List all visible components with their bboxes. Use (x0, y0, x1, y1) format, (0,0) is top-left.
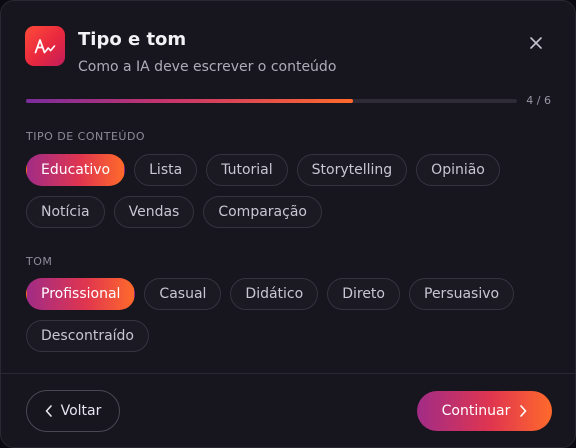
content-type-chip[interactable]: Opinião (416, 154, 500, 186)
chevron-left-icon (45, 405, 52, 417)
content-type-chip[interactable]: Lista (134, 154, 198, 186)
tone-chip[interactable]: Persuasivo (409, 278, 515, 310)
back-button[interactable]: Voltar (26, 390, 120, 432)
back-button-label: Voltar (60, 403, 102, 419)
tone-chip[interactable]: Casual (144, 278, 222, 310)
content-type-chip[interactable]: Educativo (26, 154, 126, 186)
tone-chip[interactable]: Profissional (26, 278, 136, 310)
progress-fill (26, 99, 354, 103)
content-type-chip[interactable]: Storytelling (296, 154, 408, 186)
step-counter: 4 / 6 (526, 94, 551, 107)
content-type-chip[interactable]: Vendas (113, 196, 195, 228)
content-type-chip[interactable]: Comparação (203, 196, 322, 228)
tone-chip[interactable]: Direto (327, 278, 400, 310)
tone-options: Profissional Casual Didático Direto Persuasi… (26, 278, 551, 352)
tone-chip[interactable]: Didático (230, 278, 319, 310)
close-button[interactable] (524, 31, 548, 55)
tone-chip[interactable]: Descontraído (26, 320, 149, 352)
chevron-right-icon (520, 405, 527, 417)
content-type-label: TIPO DE CONTEÚDO (26, 130, 146, 143)
ai-writing-icon (25, 26, 65, 66)
progress-bar (26, 99, 517, 103)
continue-button-label: Continuar (441, 403, 511, 419)
tone-dialog: Tipo e tom Como a IA deve escrever o con… (0, 0, 576, 448)
continue-button[interactable]: Continuar (417, 391, 552, 431)
content-type-options: Educativo Lista Tutorial Storytelling Opiniã… (26, 154, 551, 228)
dialog-subtitle: Como a IA deve escrever o conteúdo (78, 59, 337, 75)
tone-label: TOM (26, 255, 53, 268)
content-type-chip[interactable]: Tutorial (206, 154, 288, 186)
content-type-chip[interactable]: Notícia (26, 196, 105, 228)
close-icon (530, 37, 542, 49)
dialog-title: Tipo e tom (78, 29, 187, 50)
footer-divider (1, 373, 575, 374)
